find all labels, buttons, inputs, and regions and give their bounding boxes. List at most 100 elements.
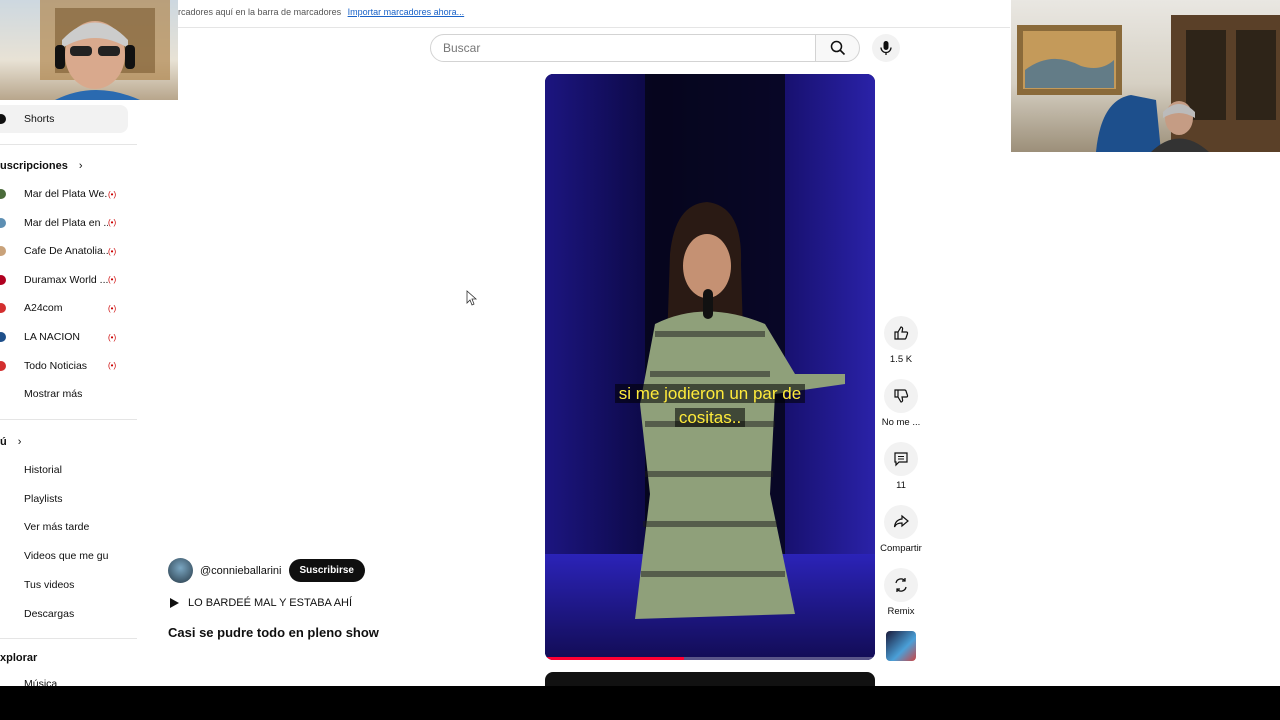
sidebar-subscription-item[interactable]: Cafe De Anatolia... (•): [0, 241, 140, 261]
progress-fill: [545, 657, 684, 660]
like-button[interactable]: [884, 316, 918, 350]
thumbs-up-icon: [894, 326, 909, 340]
sidebar-divider: [0, 638, 137, 639]
sidebar-divider: [0, 144, 137, 145]
webcam-overlay-left: [0, 0, 178, 100]
video-progress-bar[interactable]: [545, 657, 875, 660]
sidebar-item-label: Descargas: [24, 607, 75, 620]
sidebar-subscription-item[interactable]: Todo Noticias (•): [0, 356, 140, 376]
sidebar-subscription-item[interactable]: Mar del Plata We... (•): [0, 184, 140, 204]
sidebar-subscription-item[interactable]: Duramax World ... (•): [0, 270, 140, 290]
chevron-down-icon: [0, 389, 6, 400]
sidebar-item-label: Historial: [24, 464, 62, 476]
webcam-person-image: [40, 0, 170, 100]
live-indicator-icon: (•): [108, 361, 117, 371]
sidebar-item-label: LA NACION: [24, 331, 81, 343]
dislike-label: No me ...: [881, 417, 921, 428]
channel-avatar-icon: [0, 274, 6, 285]
webcam-overlay-right: [1011, 0, 1280, 152]
sidebar-you-item[interactable]: Ver más tarde: [0, 517, 140, 537]
sidebar-subscription-item[interactable]: LA NACION (•): [0, 327, 140, 347]
channel-avatar-icon: [0, 189, 6, 199]
search-input[interactable]: Buscar: [430, 34, 816, 62]
sidebar-you-item[interactable]: Videos que me gus...: [0, 546, 140, 566]
play-icon: [170, 598, 179, 608]
sidebar-item-label: Mar del Plata en ...: [24, 216, 108, 229]
comment-count: 11: [896, 480, 906, 491]
search-icon: [830, 40, 845, 56]
sidebar-item-label: Cafe De Anatolia...: [24, 245, 108, 258]
live-indicator-icon: (•): [108, 189, 117, 199]
shorts-icon: [0, 114, 6, 124]
you-heading[interactable]: ú ›: [0, 436, 21, 448]
sidebar-item-label: Videos que me gus...: [24, 550, 108, 563]
channel-avatar-icon: [0, 332, 6, 342]
webcam-room-image: [1017, 15, 1280, 152]
music-info[interactable]: LO BARDEÉ MAL Y ESTABA AHÍ: [168, 597, 352, 609]
chevron-right-icon: ›: [78, 160, 83, 172]
sound-thumbnail[interactable]: [886, 631, 916, 661]
sidebar-divider: [0, 419, 137, 420]
remix-button[interactable]: [884, 568, 918, 602]
channel-avatar-icon: [0, 246, 6, 257]
subscribe-button[interactable]: Suscribirse: [288, 559, 365, 582]
sidebar-subscription-item[interactable]: Mostrar más: [0, 384, 140, 404]
sidebar-item-label: Todo Noticias: [24, 359, 88, 372]
you-heading-label: ú: [0, 436, 7, 448]
explore-heading: xplorar: [0, 652, 38, 664]
share-label: Compartir: [880, 543, 922, 554]
sidebar-you-item[interactable]: Historial: [0, 460, 140, 480]
microphone-icon: [880, 41, 892, 55]
comments-button[interactable]: [884, 442, 918, 476]
sidebar-subscription-item[interactable]: A24com (•): [0, 298, 140, 318]
live-indicator-icon: (•): [108, 275, 117, 285]
video-caption: si me jodieron un par de cositas..: [600, 382, 820, 430]
voice-search-button[interactable]: [872, 34, 900, 62]
channel-avatar[interactable]: [168, 558, 193, 583]
video-frame: [545, 74, 875, 660]
remix-label: Remix: [887, 606, 915, 617]
live-indicator-icon: (•): [108, 303, 117, 313]
short-video-player[interactable]: si me jodieron un par de cositas..: [545, 74, 875, 660]
dislike-button[interactable]: [884, 379, 918, 413]
like-count: 1.5 K: [889, 354, 913, 365]
comment-icon: [894, 452, 908, 467]
share-icon: [893, 514, 909, 528]
sidebar-item-label: Mostrar más: [24, 388, 83, 401]
share-button[interactable]: [884, 505, 918, 539]
chevron-right-icon: ›: [17, 436, 22, 448]
live-indicator-icon: (•): [108, 218, 117, 228]
search-button[interactable]: [815, 34, 860, 62]
sidebar-item-label: A24com: [24, 302, 63, 315]
music-label: LO BARDEÉ MAL Y ESTABA AHÍ: [188, 597, 353, 609]
sidebar-you-item[interactable]: Tus videos: [0, 575, 140, 595]
channel-avatar-icon: [0, 303, 6, 314]
sidebar-item-shorts[interactable]: Shorts: [0, 109, 140, 129]
next-short-preview[interactable]: [545, 672, 875, 686]
sidebar-item-label: Shorts: [24, 113, 55, 125]
sidebar-item-label: Tus videos: [24, 578, 75, 591]
import-bookmarks-link[interactable]: Importar marcadores ahora...: [348, 7, 465, 17]
mouse-cursor-icon: [466, 290, 478, 306]
sidebar-item-label: Duramax World ...: [24, 273, 108, 286]
short-title: Casi se pudre todo en pleno show: [168, 625, 379, 640]
channel-info: @connieballarini Suscribirse: [168, 558, 365, 583]
live-indicator-icon: (•): [108, 332, 117, 342]
sidebar-you-item[interactable]: Playlists: [0, 489, 140, 509]
sidebar-you-item[interactable]: Descargas: [0, 604, 140, 624]
live-indicator-icon: (•): [108, 246, 117, 256]
subscriptions-heading[interactable]: uscripciones ›: [0, 160, 83, 172]
subscriptions-heading-label: uscripciones: [0, 160, 68, 172]
sidebar-item-music[interactable]: Música: [0, 674, 140, 686]
sidebar-subscription-item[interactable]: Mar del Plata en ... (•): [0, 213, 140, 233]
channel-handle[interactable]: @connieballarini: [200, 565, 282, 577]
bookmarks-divider: [178, 27, 1010, 28]
caption-line-2: cositas..: [674, 408, 746, 427]
search-placeholder: Buscar: [443, 41, 481, 55]
bookmarks-bar: rcadores aquí en la barra de marcadores …: [178, 7, 464, 17]
caption-line-1: si me jodieron un par de: [614, 384, 806, 403]
sidebar-item-label: Ver más tarde: [24, 521, 90, 534]
sidebar-item-label: Mar del Plata We...: [24, 188, 108, 200]
bookmarks-bar-text: rcadores aquí en la barra de marcadores: [178, 7, 342, 17]
sidebar-item-label: Música: [24, 678, 58, 686]
